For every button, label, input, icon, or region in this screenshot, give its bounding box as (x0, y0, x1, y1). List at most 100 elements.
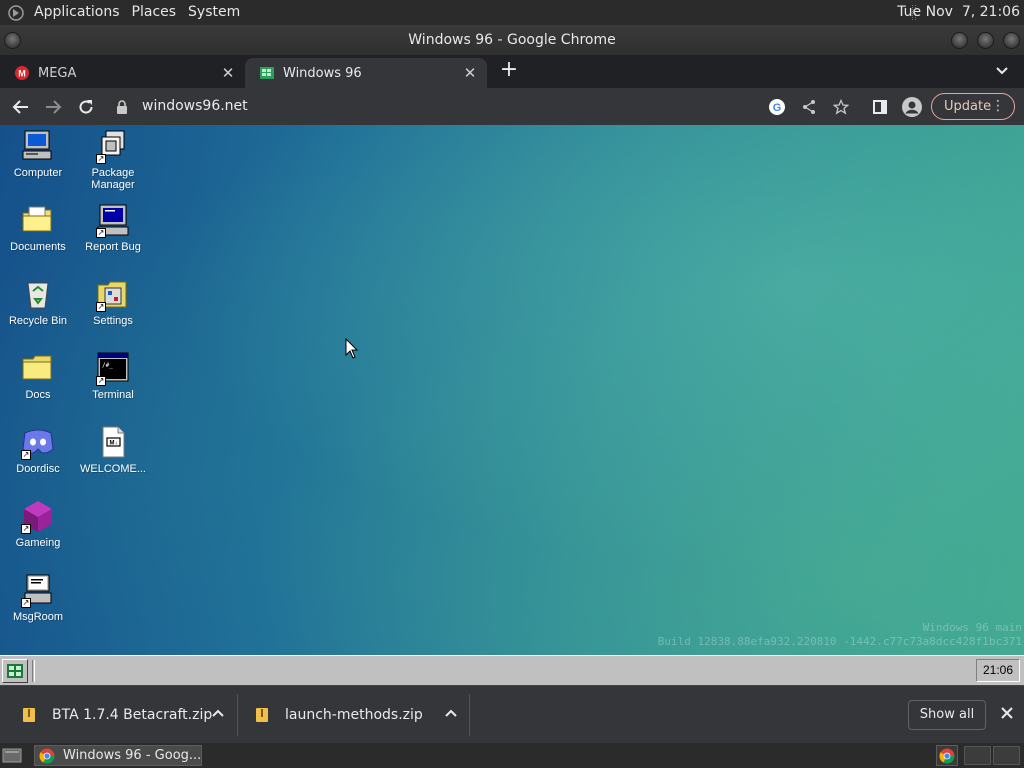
desktop-icon-package-manager[interactable]: ↗ Package Manager (75, 129, 151, 191)
svg-text:M↓: M↓ (110, 441, 118, 447)
taskbar-item-label: Windows 96 - Goog... (63, 748, 202, 763)
tray-chrome-icon[interactable] (936, 745, 958, 766)
tab-windows96[interactable]: Windows 96 ✕ (245, 58, 487, 88)
icon-label: WELCOME... (79, 463, 146, 475)
tab-label: Windows 96 (283, 65, 362, 81)
desktop-icon-doordisc[interactable]: ↗ Doordisc (0, 425, 76, 475)
reload-icon[interactable] (75, 96, 97, 118)
icon-label: Terminal (92, 389, 134, 401)
applications-menu[interactable]: Applications (28, 0, 126, 25)
update-button[interactable]: Update ⋮ (931, 93, 1015, 120)
desktop-icon-report-bug[interactable]: ↗ Report Bug (75, 203, 151, 253)
download-item-launch-methods[interactable]: launch-methods.zip (255, 686, 459, 743)
msgroom-icon: ↗ (21, 573, 55, 608)
workspace-switcher[interactable] (964, 746, 1020, 765)
icon-label: Package Manager (91, 167, 135, 191)
package-manager-icon: ↗ (96, 129, 130, 164)
top-panel: Applications Places System Tue Nov 7, 21… (0, 0, 1024, 25)
maximize-button[interactable] (977, 32, 994, 49)
report-bug-icon: ↗ (96, 203, 130, 238)
build-watermark-line1: Windows 96 main (922, 621, 1022, 634)
side-panel-icon[interactable] (869, 96, 891, 118)
docs-folder-icon (21, 351, 55, 385)
workspace-2[interactable] (993, 746, 1020, 765)
windows96-icon (259, 65, 275, 81)
workspace-1[interactable] (964, 746, 991, 765)
markdown-file-icon: M↓ (96, 425, 130, 459)
terminal-icon: /#_ ↗ (96, 351, 130, 386)
zip-file-icon (22, 707, 36, 723)
tab-search-chevron-icon[interactable] (994, 62, 1010, 78)
win96-desktop[interactable]: Computer Documents Recycle Bin Docs ↗ Do… (0, 125, 1024, 655)
tab-mega[interactable]: M MEGA ✕ (0, 58, 245, 88)
icon-label: Gameing (15, 537, 61, 549)
win96-taskbar: 21:06 (0, 655, 1024, 685)
close-tab-icon[interactable]: ✕ (461, 64, 479, 82)
show-all-button[interactable]: Show all (908, 700, 986, 730)
panel-clock[interactable]: Tue Nov 7, 21:06 (897, 0, 1020, 25)
window-menu-button[interactable] (4, 32, 21, 49)
show-desktop-icon[interactable] (2, 747, 22, 764)
bookmark-star-icon[interactable] (830, 96, 852, 118)
download-item-bta[interactable]: BTA 1.7.4 Betacraft.zip (22, 686, 226, 743)
desktop-icon-documents[interactable]: Documents (0, 203, 76, 253)
bottom-panel: Windows 96 - Goog... (0, 743, 1024, 768)
gameing-icon: ↗ (21, 499, 55, 534)
desktop-icon-msgroom[interactable]: ↗ MsgRoom (0, 573, 76, 623)
window-title: Windows 96 - Google Chrome (408, 32, 616, 48)
build-watermark: Windows 96 main Build 12838.88efa932.220… (658, 621, 1022, 649)
desktop-icon-computer[interactable]: Computer (0, 129, 76, 179)
browser-toolbar: windows96.net G Update ⋮ (0, 88, 1024, 125)
taskbar-item-chrome[interactable]: Windows 96 - Goog... (34, 745, 202, 766)
icon-label: Report Bug (85, 241, 141, 253)
new-tab-button[interactable]: + (498, 59, 520, 82)
google-lens-icon[interactable]: G (766, 96, 788, 118)
chevron-up-icon[interactable] (210, 706, 226, 722)
doordisc-icon: ↗ (21, 425, 55, 460)
taskbar-grip (32, 660, 35, 682)
chrome-icon (39, 748, 55, 764)
places-menu[interactable]: Places (126, 0, 183, 25)
zip-file-icon (255, 707, 269, 723)
system-menu[interactable]: System (182, 0, 246, 25)
win96-start-button[interactable] (2, 659, 28, 683)
download-divider (237, 694, 238, 736)
lock-icon[interactable] (115, 96, 129, 118)
icon-label: Computer (13, 167, 63, 179)
icon-label: Documents (10, 241, 66, 253)
close-tab-icon[interactable]: ✕ (219, 64, 237, 82)
win96-clock[interactable]: 21:06 (976, 659, 1020, 682)
download-divider (469, 694, 470, 736)
tab-label: MEGA (38, 65, 77, 81)
close-shelf-icon[interactable] (998, 704, 1016, 722)
minimize-button[interactable] (951, 32, 968, 49)
download-filename: launch-methods.zip (285, 706, 423, 723)
recycle-bin-icon (21, 277, 55, 311)
chevron-up-icon[interactable] (443, 706, 459, 722)
win96-logo-icon (7, 664, 23, 678)
gnome-foot-icon[interactable] (6, 4, 26, 22)
desktop-icon-settings[interactable]: ↗ Settings (75, 277, 151, 327)
address-bar-url[interactable]: windows96.net (142, 97, 248, 115)
mega-icon: M (14, 65, 30, 81)
build-watermark-line2: Build 12838.88efa932.220810 -1442.c77c73… (657, 635, 1022, 648)
share-icon[interactable] (798, 96, 820, 118)
desktop-icon-recycle-bin[interactable]: Recycle Bin (0, 277, 76, 327)
computer-icon (21, 129, 55, 163)
desktop-icon-gameing[interactable]: ↗ Gameing (0, 499, 76, 549)
svg-text:/#_: /#_ (102, 362, 113, 369)
svg-text:G: G (773, 102, 782, 114)
update-label: Update (944, 99, 992, 114)
desktop-icon-welcome[interactable]: M↓ WELCOME... (75, 425, 151, 475)
close-window-button[interactable] (1003, 32, 1020, 49)
desktop-icon-terminal[interactable]: /#_ ↗ Terminal (75, 351, 151, 401)
documents-folder-icon (21, 203, 55, 237)
download-filename: BTA 1.7.4 Betacraft.zip (52, 706, 213, 723)
desktop-icon-docs[interactable]: Docs (0, 351, 76, 401)
kebab-menu-icon[interactable]: ⋮ (991, 94, 1005, 119)
window-titlebar[interactable]: Windows 96 - Google Chrome (0, 25, 1024, 55)
profile-avatar-icon[interactable] (901, 96, 923, 118)
back-arrow-icon[interactable] (10, 96, 32, 118)
forward-arrow-icon[interactable] (42, 96, 64, 118)
icon-label: Recycle Bin (8, 315, 68, 327)
